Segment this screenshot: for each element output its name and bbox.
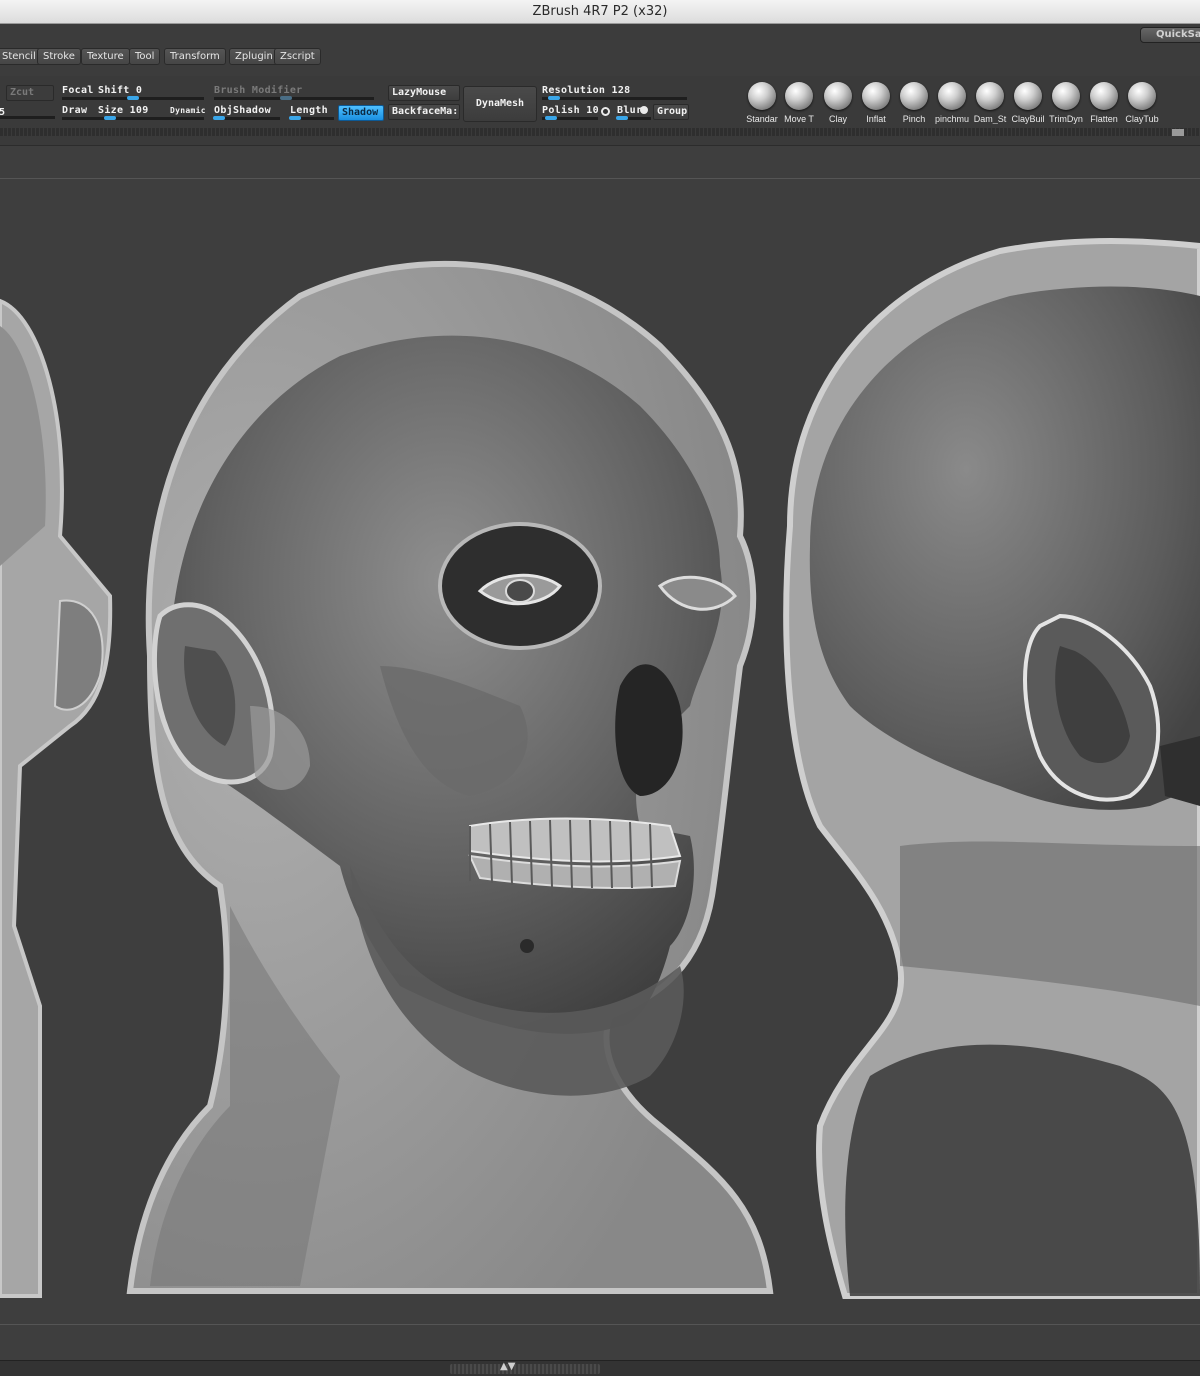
left-head-view (0, 298, 113, 1298)
top-shelf: 5 Zcut Focal Shift 0 Draw Size 109 Dynam… (0, 76, 1200, 146)
menu-transform[interactable]: Transform (164, 48, 226, 65)
brush-label: Standar (746, 114, 778, 124)
draw-size-knob[interactable] (104, 116, 116, 120)
brush-label: Dam_St (973, 114, 1007, 124)
brush-move-topological[interactable]: Move T (781, 82, 817, 130)
brush-label: ClayTub (1125, 114, 1159, 124)
shelf-scrollbar[interactable] (1172, 129, 1184, 136)
pinchmu-brush-icon (938, 82, 966, 110)
dynamic-toggle[interactable]: Dynamic (170, 106, 206, 115)
menu-stroke[interactable]: Stroke (37, 48, 81, 65)
move-topological-brush-icon (785, 82, 813, 110)
backfacemask-button[interactable]: BackfaceMa: (388, 104, 460, 120)
draw-size-label: Size 109 (98, 105, 149, 116)
claybuildup-brush-icon (1014, 82, 1042, 110)
zcut-button[interactable]: Zcut (6, 85, 54, 101)
focal-shift-knob[interactable] (127, 96, 139, 100)
menu-zscript[interactable]: Zscript (274, 48, 321, 65)
center-head-view (126, 260, 774, 1294)
sculpt-viewport[interactable] (0, 146, 1200, 1360)
brush-label: pinchmu (934, 114, 970, 124)
draw-size-track[interactable] (62, 117, 204, 120)
brush-claytubes[interactable]: ClayTub (1124, 82, 1160, 130)
polish-label[interactable]: Polish 10 (542, 105, 599, 116)
resolution-label[interactable]: Resolution 128 (542, 85, 631, 96)
brush-pinch[interactable]: Pinch (896, 82, 932, 130)
dynamesh-button[interactable]: DynaMesh (463, 86, 537, 122)
blur-radio[interactable] (640, 106, 648, 114)
trimdynamic-brush-icon (1052, 82, 1080, 110)
brush-label: Clay (828, 114, 847, 124)
length-knob[interactable] (289, 116, 301, 120)
blur-label[interactable]: Blur (617, 105, 642, 116)
inflate-brush-icon (862, 82, 890, 110)
polish-knob[interactable] (545, 116, 557, 120)
draw-label: Draw (62, 105, 88, 116)
brush-trimdynamic[interactable]: TrimDyn (1048, 82, 1084, 130)
brush-pinchmu[interactable]: pinchmu (934, 82, 970, 130)
objshadow-label[interactable]: ObjShadow (214, 105, 271, 116)
brush-standard[interactable]: Standar (744, 82, 780, 130)
dam-standard-brush-icon (976, 82, 1004, 110)
brush-claybuildup[interactable]: ClayBuil (1010, 82, 1046, 130)
group-button[interactable]: Group (653, 104, 689, 120)
objshadow-knob[interactable] (213, 116, 225, 120)
clay-brush-icon (824, 82, 852, 110)
focal-shift-label: Shift 0 (98, 85, 143, 96)
brush-modifier-label: Brush Modifier (214, 85, 303, 96)
lazymouse-button[interactable]: LazyMouse (388, 85, 460, 101)
teeth (468, 817, 682, 889)
tray-drag-handle[interactable] (450, 1364, 600, 1374)
menu-tool[interactable]: Tool (129, 48, 161, 65)
brush-label: Move T (784, 114, 814, 124)
polish-radio[interactable] (601, 107, 610, 116)
brush-label: Pinch (902, 114, 926, 124)
shelf-divider (0, 128, 1200, 136)
brush-modifier-knob[interactable] (280, 96, 292, 100)
menu-zplugin[interactable]: Zplugin (229, 48, 279, 65)
claytubes-brush-icon (1128, 82, 1156, 110)
document-canvas[interactable] (0, 146, 1200, 1360)
quicksave-button[interactable]: QuickSa (1140, 27, 1200, 43)
bottom-tray: ▲▼ (0, 1360, 1200, 1376)
brush-label: ClayBuil (1011, 114, 1045, 124)
length-label[interactable]: Length (290, 105, 328, 116)
brush-inflate[interactable]: Inflat (858, 82, 894, 130)
pinch-brush-icon (900, 82, 928, 110)
tray-toggle-arrows-icon[interactable]: ▲▼ (500, 1361, 515, 1372)
brush-label: Flatten (1090, 114, 1118, 124)
brush-clay[interactable]: Clay (820, 82, 856, 130)
brush-flatten[interactable]: Flatten (1086, 82, 1122, 130)
brush-label: TrimDyn (1049, 114, 1083, 124)
left-slider-track (0, 116, 55, 119)
window-title: ZBrush 4R7 P2 (x32) (532, 4, 668, 19)
brush-dam-standard[interactable]: Dam_St (972, 82, 1008, 130)
shadow-button[interactable]: Shadow (338, 105, 384, 121)
right-head-view (783, 238, 1200, 1299)
resolution-track[interactable] (542, 97, 687, 100)
menu-texture[interactable]: Texture (81, 48, 130, 65)
window-title-bar: ZBrush 4R7 P2 (x32) (0, 0, 1200, 24)
brush-modifier-track[interactable] (214, 97, 374, 100)
brush-label: Inflat (866, 114, 886, 124)
flatten-brush-icon (1090, 82, 1118, 110)
menu-stencil[interactable]: Stencil (0, 48, 42, 65)
resolution-knob[interactable] (548, 96, 560, 100)
canvas-bottom-divider (0, 1324, 1200, 1325)
focal-label: Focal (62, 85, 94, 96)
blur-knob[interactable] (616, 116, 628, 120)
standard-brush-icon (748, 82, 776, 110)
menu-bar: Stencil Stroke Texture Tool Transform Zp… (0, 24, 1200, 76)
